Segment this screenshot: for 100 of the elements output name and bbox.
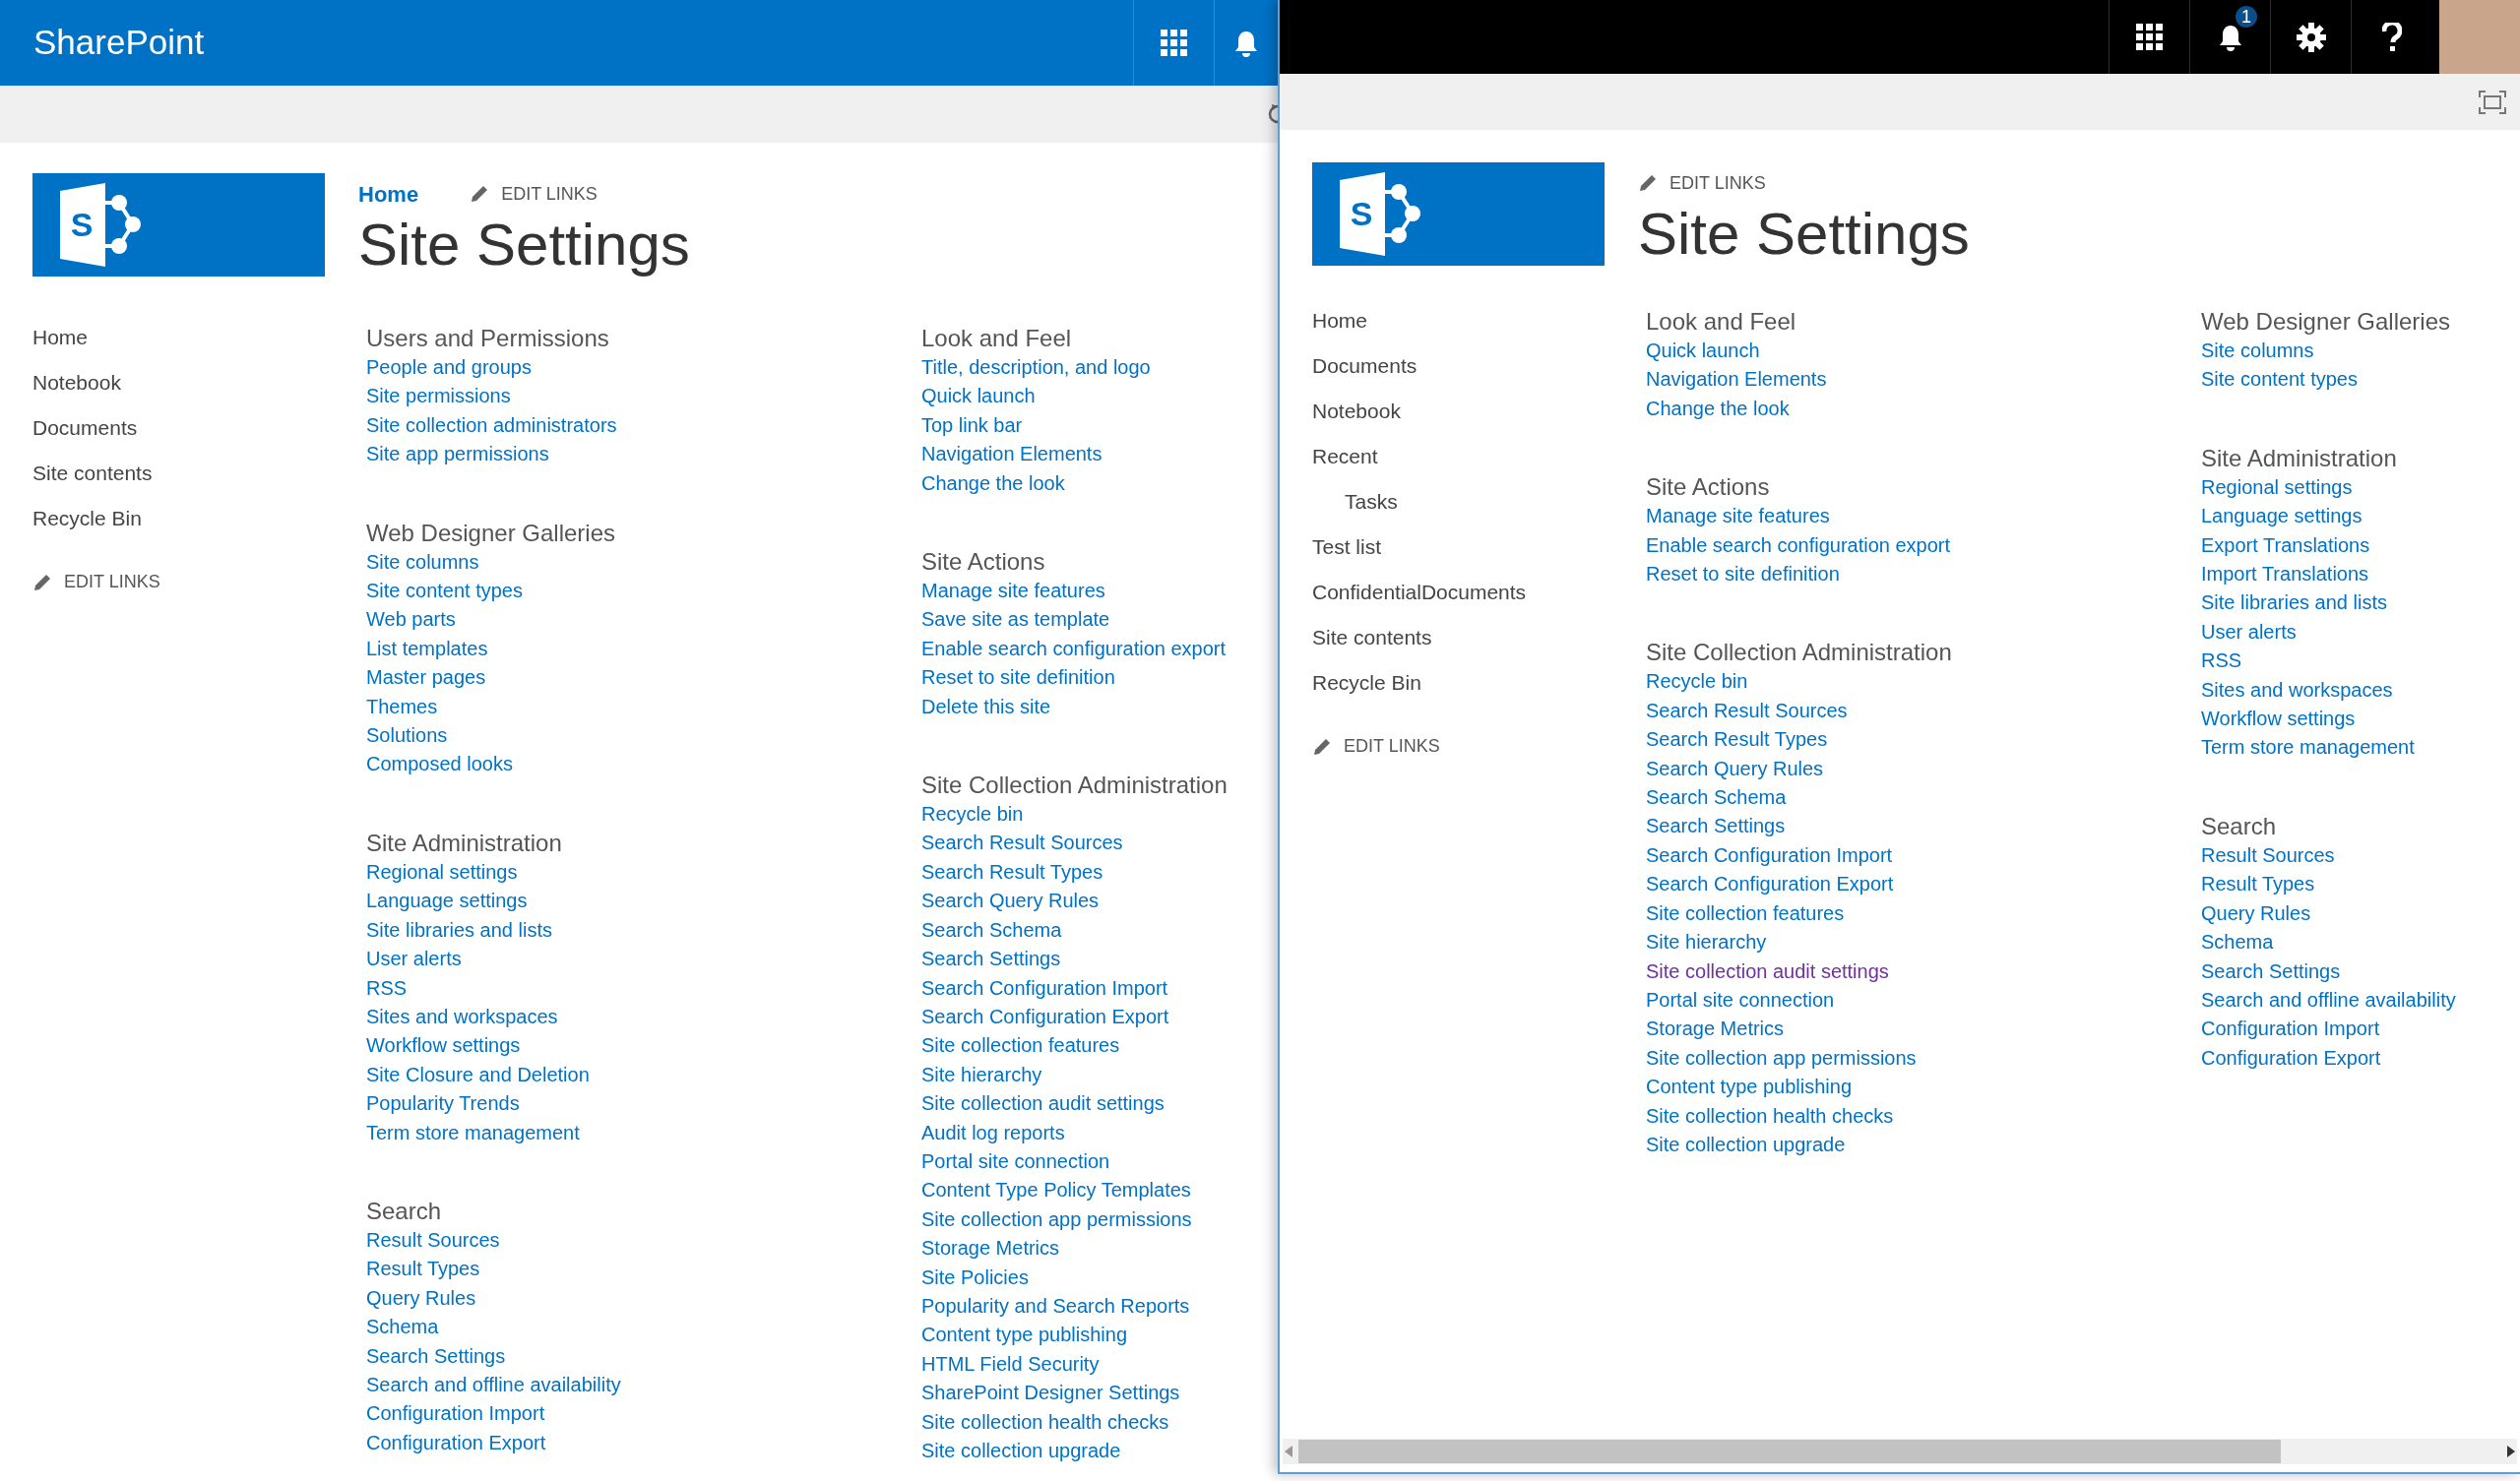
settings-link[interactable]: SharePoint Designer Settings	[921, 1379, 1180, 1408]
settings-link[interactable]: Import Translations	[2201, 560, 2369, 589]
settings-link[interactable]: Popularity Trends	[366, 1089, 520, 1119]
settings-link[interactable]: Site collection upgrade	[921, 1437, 1121, 1466]
settings-link[interactable]: Export Translations	[2201, 530, 2370, 561]
settings-link[interactable]: Sites and workspaces	[2201, 675, 2393, 706]
settings-link[interactable]: Site libraries and lists	[2201, 588, 2387, 618]
settings-link[interactable]: Navigation Elements	[1646, 365, 1827, 395]
settings-link[interactable]: Search Configuration Import	[1646, 840, 1893, 871]
settings-link[interactable]: Composed looks	[366, 750, 513, 779]
nav-link[interactable]: Home	[1312, 306, 1646, 351]
nav-link[interactable]: Documents	[32, 413, 366, 459]
settings-link[interactable]: Portal site connection	[1646, 985, 1835, 1016]
settings-link[interactable]: Enable search configuration export	[1646, 530, 1951, 561]
edit-links-link[interactable]: EDIT LINKS	[470, 180, 598, 208]
settings-link[interactable]: Search and offline availability	[366, 1370, 621, 1400]
settings-link[interactable]: Site columns	[2201, 337, 2314, 366]
settings-link[interactable]: Audit log reports	[921, 1118, 1065, 1147]
settings-link[interactable]: Site Policies	[921, 1263, 1029, 1292]
nav-link[interactable]: Recent	[1312, 442, 1646, 487]
settings-link[interactable]: Search Settings	[2201, 956, 2341, 986]
settings-link[interactable]: Result Sources	[366, 1225, 500, 1256]
settings-link[interactable]: Workflow settings	[2201, 705, 2356, 734]
settings-link[interactable]: Search Configuration Import	[921, 973, 1168, 1003]
settings-link[interactable]: Solutions	[366, 721, 448, 751]
nav-link[interactable]: ConfidentialDocuments	[1312, 578, 1646, 623]
nav-link[interactable]: Site contents	[32, 459, 366, 504]
settings-link[interactable]: Schema	[366, 1313, 439, 1342]
settings-link[interactable]: Master pages	[366, 663, 486, 693]
settings-link[interactable]: Top link bar	[921, 410, 1023, 441]
settings-link[interactable]: Search Settings	[921, 945, 1061, 974]
settings-link[interactable]: Search Configuration Export	[1646, 870, 1894, 899]
settings-link[interactable]: Portal site connection	[921, 1146, 1110, 1177]
settings-link[interactable]: Themes	[366, 692, 438, 722]
settings-link[interactable]: Content Type Policy Templates	[921, 1176, 1191, 1205]
settings-link[interactable]: Sites and workspaces	[366, 1002, 558, 1032]
settings-link[interactable]: Recycle bin	[921, 800, 1024, 830]
settings-link[interactable]: Language settings	[2201, 502, 2362, 531]
settings-link[interactable]: Site collection upgrade	[1646, 1130, 1846, 1160]
settings-link[interactable]: Search Query Rules	[1646, 754, 1824, 784]
settings-link[interactable]: Site collection administrators	[366, 410, 617, 441]
settings-link[interactable]: RSS	[2201, 647, 2242, 676]
settings-link[interactable]: Site collection app permissions	[921, 1204, 1192, 1235]
nav-link[interactable]: Site contents	[1312, 623, 1646, 668]
nav-link[interactable]: Tasks	[1345, 487, 1646, 532]
nav-link[interactable]: Notebook	[32, 368, 366, 413]
settings-link[interactable]: Search Schema	[921, 915, 1062, 946]
bell-button[interactable]: 1	[2189, 0, 2270, 74]
settings-link[interactable]: Site permissions	[366, 382, 511, 411]
edit-links-link[interactable]: EDIT LINKS	[1312, 733, 1440, 760]
edit-links-link[interactable]: EDIT LINKS	[32, 569, 160, 595]
settings-link[interactable]: Site collection features	[921, 1031, 1120, 1061]
settings-link[interactable]: Configuration Import	[2201, 1015, 2380, 1044]
horizontal-scrollbar[interactable]	[1283, 1439, 2517, 1464]
settings-link[interactable]: Storage Metrics	[1646, 1015, 1785, 1044]
settings-link[interactable]: Content type publishing	[1646, 1073, 1853, 1102]
nav-link[interactable]: Home	[32, 323, 366, 368]
settings-link[interactable]: Configuration Import	[366, 1399, 545, 1429]
settings-link[interactable]: Workflow settings	[366, 1031, 521, 1061]
settings-link[interactable]: Web parts	[366, 605, 456, 635]
settings-link[interactable]: Site hierarchy	[1646, 928, 1767, 957]
settings-link[interactable]: Title, description, and logo	[921, 353, 1151, 383]
settings-link[interactable]: Site columns	[366, 547, 479, 578]
settings-link[interactable]: People and groups	[366, 353, 532, 383]
settings-link[interactable]: Manage site features	[1646, 502, 1830, 531]
settings-link[interactable]: Content type publishing	[921, 1321, 1128, 1350]
settings-link[interactable]: Search Result Types	[1646, 725, 1828, 755]
settings-link[interactable]: RSS	[366, 973, 408, 1003]
settings-link[interactable]: Site collection audit settings	[1646, 956, 1889, 986]
settings-link[interactable]: Site content types	[2201, 365, 2358, 395]
settings-link[interactable]: Site collection app permissions	[1646, 1043, 1917, 1074]
settings-link[interactable]: Reset to site definition	[1646, 560, 1840, 589]
settings-link[interactable]: Site collection health checks	[1646, 1101, 1894, 1131]
settings-link[interactable]: Configuration Export	[366, 1428, 546, 1458]
settings-link[interactable]: Query Rules	[2201, 898, 2311, 929]
nav-link[interactable]: Recycle Bin	[1312, 668, 1646, 713]
settings-link[interactable]: Navigation Elements	[921, 440, 1102, 469]
settings-link[interactable]: Search Query Rules	[921, 887, 1100, 916]
settings-link[interactable]: Site collection audit settings	[921, 1089, 1165, 1119]
settings-link[interactable]: Search Configuration Export	[921, 1002, 1169, 1032]
settings-link[interactable]: Schema	[2201, 928, 2274, 957]
settings-link[interactable]: Search Result Sources	[1646, 696, 1848, 726]
settings-link[interactable]: Search Settings	[366, 1341, 506, 1371]
settings-link[interactable]: Site hierarchy	[921, 1060, 1042, 1090]
settings-link[interactable]: Site Closure and Deletion	[366, 1060, 590, 1090]
settings-link[interactable]: Result Types	[366, 1255, 480, 1284]
settings-link[interactable]: Search Result Types	[921, 857, 1103, 888]
settings-link[interactable]: Site collection health checks	[921, 1407, 1169, 1437]
settings-link[interactable]: Term store management	[366, 1118, 580, 1147]
settings-link[interactable]: Recycle bin	[1646, 667, 1748, 697]
settings-link[interactable]: Search Result Sources	[921, 829, 1123, 858]
settings-link[interactable]: User alerts	[2201, 617, 2297, 648]
settings-link[interactable]: List templates	[366, 634, 488, 664]
nav-link[interactable]: Documents	[1312, 351, 1646, 397]
nav-link[interactable]: Recycle Bin	[32, 504, 366, 549]
settings-link[interactable]: Site app permissions	[366, 440, 549, 469]
settings-link[interactable]: Manage site features	[921, 577, 1105, 606]
edit-links-link[interactable]: EDIT LINKS	[1638, 169, 1766, 197]
settings-link[interactable]: Search and offline availability	[2201, 985, 2456, 1016]
settings-link[interactable]: Save site as template	[921, 605, 1110, 635]
